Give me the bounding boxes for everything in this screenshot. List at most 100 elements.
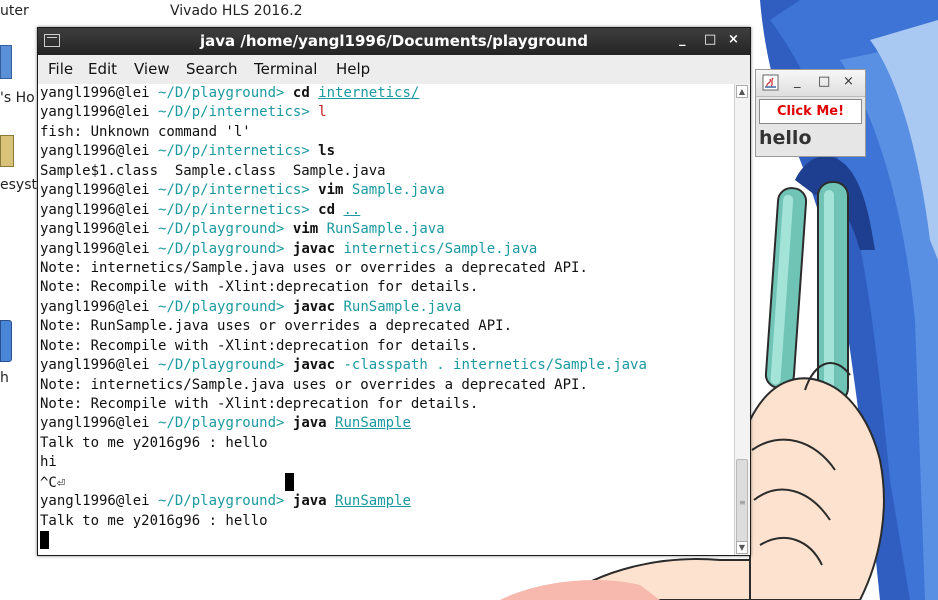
- terminal-line: [40, 531, 735, 550]
- terminal-line: Note: RunSample.java uses or overrides a…: [40, 317, 735, 336]
- menu-terminal[interactable]: Terminal: [254, 60, 317, 78]
- prompt-path: ~/D/playground>: [158, 298, 285, 315]
- terminal-line: yangl1996@lei ~/D/playground> java RunSa…: [40, 492, 735, 511]
- command: cd: [318, 201, 336, 218]
- menu-view[interactable]: View: [134, 60, 170, 78]
- java-maximize-button[interactable]: □: [818, 74, 830, 89]
- prompt-user: yangl1996@lei: [40, 357, 150, 374]
- terminal-window[interactable]: java /home/yangl1996/Documents/playgroun…: [37, 27, 751, 556]
- command: java: [292, 415, 327, 432]
- prompt-user: yangl1996@lei: [40, 221, 150, 238]
- terminal-line: Note: Recompile with -Xlint:deprecation …: [40, 278, 735, 297]
- java-app-window[interactable]: _ □ × Click Me! hello: [755, 69, 866, 157]
- command: java: [292, 493, 327, 510]
- command-argument: internetics/: [318, 85, 420, 101]
- output-text: Note: Recompile with -Xlint:deprecation …: [40, 396, 479, 412]
- scrollbar-thumb[interactable]: ≡: [736, 459, 748, 548]
- desktop-label-trash: h: [0, 370, 9, 386]
- output-text: Note: Recompile with -Xlint:deprecation …: [40, 279, 479, 296]
- terminal-line: Sample$1.class Sample.class Sample.java: [40, 162, 735, 181]
- terminal-line: yangl1996@lei ~/D/p/internetics> l: [40, 103, 735, 122]
- terminal-line: yangl1996@lei ~/D/playground> java RunSa…: [40, 414, 735, 433]
- terminal-line: yangl1996@lei ~/D/playground> javac RunS…: [40, 298, 735, 317]
- command-argument: RunSample.java: [326, 221, 445, 238]
- menu-edit[interactable]: Edit: [88, 60, 117, 78]
- prompt-user: yangl1996@lei: [40, 298, 150, 315]
- close-button[interactable]: ×: [728, 32, 739, 47]
- scroll-up-arrow-icon[interactable]: ▲: [736, 85, 748, 98]
- command-argument: internetics/Sample.java: [343, 240, 538, 257]
- terminal-line: yangl1996@lei ~/D/playground> cd interne…: [40, 84, 735, 103]
- terminal-titlebar[interactable]: java /home/yangl1996/Documents/playgroun…: [38, 28, 750, 55]
- terminal-line: yangl1996@lei ~/D/p/internetics> ls: [40, 142, 735, 161]
- command-argument: RunSample: [335, 415, 411, 432]
- prompt-path: ~/D/p/internetics>: [158, 104, 310, 121]
- terminal-output[interactable]: yangl1996@lei ~/D/playground> cd interne…: [38, 84, 735, 555]
- prompt-user: yangl1996@lei: [40, 201, 150, 218]
- command: javac: [292, 298, 336, 315]
- filesystem-lock-icon[interactable]: [0, 135, 14, 167]
- java-minimize-button[interactable]: _: [794, 74, 801, 89]
- command-argument: RunSample: [335, 493, 411, 510]
- prompt-user: yangl1996@lei: [40, 104, 150, 121]
- scroll-down-arrow-icon[interactable]: ▼: [736, 541, 748, 554]
- stale-cursor: [285, 472, 295, 491]
- prompt-path: ~/D/p/internetics>: [158, 143, 310, 160]
- terminal-line: ^C⏎: [40, 472, 735, 492]
- prompt-path: ~/D/playground>: [158, 493, 285, 510]
- menu-file[interactable]: File: [48, 60, 73, 78]
- terminal-line: yangl1996@lei ~/D/p/internetics> vim Sam…: [40, 181, 735, 200]
- output-text: Note: RunSample.java uses or overrides a…: [40, 318, 513, 335]
- window-title: java /home/yangl1996/Documents/playgroun…: [199, 32, 589, 50]
- prompt-path: ~/D/playground>: [158, 415, 285, 432]
- terminal-scrollbar[interactable]: ▲ ≡ ▼: [734, 84, 750, 555]
- maximize-button[interactable]: □: [704, 32, 716, 47]
- minimize-button[interactable]: _: [679, 32, 686, 47]
- desktop-label-home: 's Ho: [0, 90, 35, 106]
- java-titlebar[interactable]: _ □ ×: [756, 70, 865, 97]
- command: ls: [318, 143, 336, 160]
- terminal-line: fish: Unknown command 'l': [40, 123, 735, 142]
- click-me-button[interactable]: Click Me!: [759, 99, 862, 124]
- terminal-line: Talk to me y2016g96 : hello: [40, 434, 735, 453]
- prompt-user: yangl1996@lei: [40, 415, 150, 432]
- prompt-path: ~/D/p/internetics>: [158, 182, 310, 199]
- desktop-label-filesystem: esyst: [0, 177, 37, 193]
- java-app-icon: [762, 74, 779, 91]
- output-text: Note: internetics/Sample.java uses or ov…: [40, 376, 588, 393]
- trash-icon[interactable]: [0, 320, 12, 362]
- terminal-line: Note: Recompile with -Xlint:deprecation …: [40, 395, 735, 414]
- command-argument: -classpath . internetics/Sample.java: [343, 357, 647, 374]
- terminal-line: yangl1996@lei ~/D/playground> javac -cla…: [40, 356, 735, 375]
- prompt-user: yangl1996@lei: [40, 493, 150, 510]
- prompt-user: yangl1996@lei: [40, 240, 150, 257]
- command: vim: [292, 221, 319, 238]
- command-argument: ..: [343, 201, 361, 218]
- menu-search[interactable]: Search: [186, 60, 238, 78]
- hello-label: hello: [759, 127, 812, 149]
- terminal-line: yangl1996@lei ~/D/playground> javac inte…: [40, 240, 735, 259]
- command: javac: [292, 357, 336, 374]
- prompt-path: ~/D/playground>: [158, 240, 285, 257]
- command-argument: RunSample.java: [343, 298, 462, 315]
- terminal-line: Note: internetics/Sample.java uses or ov…: [40, 259, 735, 278]
- command: javac: [292, 240, 336, 257]
- output-text: hi: [40, 454, 57, 471]
- menu-help[interactable]: Help: [336, 60, 370, 78]
- desktop-label-vivado: Vivado HLS 2016.2: [170, 3, 303, 19]
- prompt-user: yangl1996@lei: [40, 85, 150, 101]
- terminal-line: Note: Recompile with -Xlint:deprecation …: [40, 337, 735, 356]
- grip-icon: ≡: [739, 498, 746, 507]
- terminal-line: Talk to me y2016g96 : hello: [40, 512, 735, 531]
- output-text: Talk to me y2016g96 : hello: [40, 434, 268, 451]
- terminal-line: Note: internetics/Sample.java uses or ov…: [40, 376, 735, 395]
- output-text: fish: Unknown command 'l': [40, 123, 251, 140]
- prompt-path: ~/D/playground>: [158, 357, 285, 374]
- java-close-button[interactable]: ×: [843, 74, 854, 89]
- output-text: Talk to me y2016g96 : hello: [40, 512, 268, 529]
- prompt-path: ~/D/playground>: [158, 221, 285, 238]
- prompt-path: ~/D/p/internetics>: [158, 201, 310, 218]
- home-folder-icon[interactable]: [0, 45, 12, 79]
- command: l: [318, 104, 327, 121]
- interrupt-text: ^C⏎: [40, 474, 66, 491]
